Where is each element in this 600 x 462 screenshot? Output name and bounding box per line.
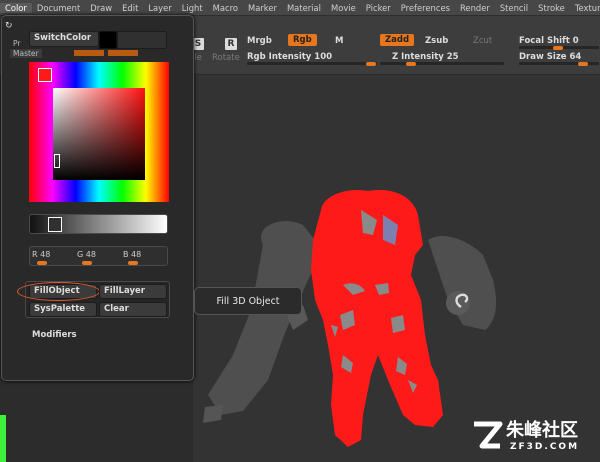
color-palette-popup: ↻ SwitchColor Master Pr R 48 G 48 B 48 F… [1,15,194,381]
menu-document[interactable]: Document [32,3,85,13]
focal-shift-slider[interactable]: Focal Shift 0 [519,36,579,46]
zsub-button[interactable]: Zsub [425,36,448,46]
model-canvas[interactable] [193,75,600,462]
rgb-intensity-track[interactable] [247,62,377,65]
palette-fragment-pr: Pr [13,39,21,48]
red-painted-region [311,189,443,447]
menu-movie[interactable]: Movie [326,3,361,13]
saturation-value-square[interactable] [53,88,145,180]
palette-fragment-fill [74,50,104,56]
r-slider-label[interactable]: R 48 [32,250,50,259]
r-slider-knob[interactable] [37,261,47,265]
rgb-button[interactable]: Rgb [288,34,317,46]
draw-size-slider[interactable]: Draw Size 64 [519,52,581,62]
menu-preferences[interactable]: Preferences [396,3,455,13]
menu-bar: Color Document Draw Edit Layer Light Mac… [0,0,600,16]
clear-button[interactable]: Clear [99,302,167,317]
menu-material[interactable]: Material [282,3,326,13]
menu-layer[interactable]: Layer [143,3,176,13]
green-strip [0,415,6,462]
mrgb-button[interactable]: Mrgb [247,36,272,46]
zadd-button[interactable]: Zadd [380,34,415,46]
sv-picker-cursor[interactable] [54,154,60,168]
highlight-circle [17,282,100,301]
menu-stencil[interactable]: Stencil [495,3,533,13]
watermark: 朱峰社区 ZF3D.COM [470,416,600,462]
menu-render[interactable]: Render [455,3,495,13]
menu-texture[interactable]: Texture [570,3,600,13]
menu-macro[interactable]: Macro [208,3,243,13]
watermark-site: ZF3D.COM [510,442,580,452]
draw-size-knob[interactable] [578,61,588,66]
b-slider-label[interactable]: B 48 [123,250,141,259]
focal-shift-knob[interactable] [553,45,563,50]
m-button[interactable]: M [335,36,343,46]
document-viewport[interactable] [193,75,600,462]
rotate-icon[interactable]: R [225,38,237,50]
palette-fragment-master: Master [10,49,42,58]
menu-color[interactable]: Color [0,2,32,13]
watermark-logo-icon [474,421,503,449]
menu-marker[interactable]: Marker [243,3,282,13]
menu-draw[interactable]: Draw [85,3,117,13]
watermark-brand: 朱峰社区 [506,420,578,441]
menu-light[interactable]: Light [177,3,208,13]
secondary-color-swatch[interactable] [117,31,167,49]
menu-stroke[interactable]: Stroke [533,3,570,13]
z-intensity-knob[interactable] [406,61,416,66]
current-color-indicator [38,68,52,82]
rgb-intensity-knob[interactable] [366,61,376,66]
palette-fragment-draw [108,50,138,56]
refresh-icon[interactable]: ↻ [5,21,13,31]
g-slider-knob[interactable] [82,261,92,265]
menu-edit[interactable]: Edit [117,3,143,13]
fill-object-tooltip: Fill 3D Object [194,287,302,315]
menu-picker[interactable]: Picker [361,3,396,13]
switch-color-button[interactable]: SwitchColor [29,31,99,47]
b-slider-knob[interactable] [128,261,138,265]
main-color-swatch[interactable] [99,31,117,49]
z-intensity-track[interactable] [380,62,504,65]
rgb-intensity-slider[interactable]: Rgb Intensity 100 [247,52,332,62]
zcut-button[interactable]: Zcut [473,36,492,46]
z-intensity-slider[interactable]: Z Intensity 25 [392,52,459,62]
modifiers-header[interactable]: Modifiers [32,330,77,340]
fill-layer-button[interactable]: FillLayer [99,284,167,299]
g-slider-label[interactable]: G 48 [77,250,96,259]
gray-ramp-cursor[interactable] [48,217,62,232]
sys-palette-button[interactable]: SysPalette [29,302,97,317]
rotate-label[interactable]: Rotate [212,53,240,63]
